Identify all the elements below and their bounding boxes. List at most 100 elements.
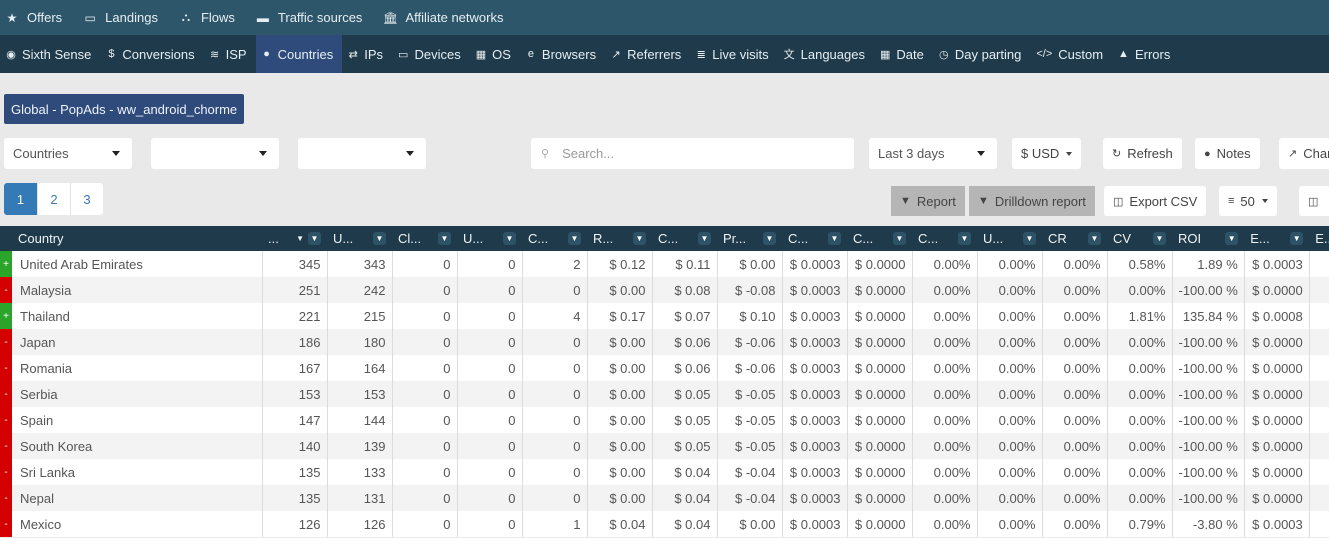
filter-icon[interactable]: ▼: [828, 232, 841, 245]
table-row[interactable]: - Japan 186 180 0 0 0 $ 0.00 $ 0.06 $ -0.06 $ 0.00…: [0, 329, 1329, 355]
collapse-minus-icon[interactable]: -: [0, 511, 12, 537]
tab-countries[interactable]: ● Countries: [255, 35, 343, 73]
expand-plus-icon[interactable]: +: [0, 251, 12, 277]
group-by-select-2[interactable]: [151, 138, 279, 169]
search-input[interactable]: [562, 146, 823, 161]
filter-icon[interactable]: ▼: [763, 232, 776, 245]
filter-icon[interactable]: ▼: [308, 232, 321, 245]
filter-icon[interactable]: ▼: [958, 232, 971, 245]
tab-os[interactable]: ▦ OS: [470, 35, 520, 73]
filter-icon[interactable]: ▼: [373, 232, 386, 245]
export-csv-button[interactable]: ◫ Export CSV: [1104, 186, 1207, 216]
table-cell: $ 0.00: [586, 459, 652, 485]
column-header[interactable]: R... ▼: [587, 226, 652, 251]
table-row[interactable]: - Spain 147 144 0 0 0 $ 0.00 $ 0.05 $ -0.05 $ 0.00…: [0, 407, 1329, 433]
filter-icon[interactable]: ▼: [1153, 232, 1166, 245]
report-button[interactable]: ▼ Report: [891, 186, 965, 216]
group-by-select-3[interactable]: [298, 138, 426, 169]
filter-icon[interactable]: ▼: [1225, 232, 1239, 245]
drilldown-report-button[interactable]: ▼ Drilldown report: [969, 186, 1095, 216]
collapse-minus-icon[interactable]: -: [0, 433, 12, 459]
collapse-minus-icon[interactable]: -: [0, 381, 12, 407]
table-cell: 0: [456, 433, 522, 459]
caret-down-icon: [1066, 151, 1073, 156]
collapse-minus-icon[interactable]: -: [0, 485, 12, 511]
sort-desc-icon[interactable]: ▼: [296, 234, 304, 243]
column-header[interactable]: E... ▼: [1244, 226, 1310, 251]
filter-icon[interactable]: ▼: [568, 232, 581, 245]
column-header[interactable]: U... ▼: [977, 226, 1042, 251]
table-row[interactable]: + Thailand 221 215 0 0 4 $ 0.17 $ 0.07 $ 0.10 $ 0.…: [0, 303, 1329, 329]
notes-button[interactable]: ● Notes: [1195, 138, 1260, 169]
column-header[interactable]: U... ▼: [457, 226, 522, 251]
filter-icon[interactable]: ▼: [1088, 232, 1101, 245]
filter-icon[interactable]: ▼: [633, 232, 646, 245]
tab-languages[interactable]: 文 Languages: [778, 35, 874, 73]
table-row[interactable]: - Nepal 135 131 0 0 0 $ 0.00 $ 0.04 $ -0.04 $ 0.00…: [0, 485, 1329, 511]
campaign-badge[interactable]: Global - PopAds - ww_android_chorme: [4, 94, 245, 124]
table-row[interactable]: - Romania 167 164 0 0 0 $ 0.00 $ 0.06 $ -0.06 $ 0.…: [0, 355, 1329, 381]
page-size-dropdown[interactable]: ≡ 50: [1219, 186, 1277, 216]
table-row[interactable]: - Serbia 153 153 0 0 0 $ 0.00 $ 0.05 $ -0.05 $ 0.0…: [0, 381, 1329, 407]
group-by-select-1[interactable]: Countries: [4, 138, 132, 169]
column-header[interactable]: Country: [12, 226, 262, 251]
topnav-item-traffic-sources[interactable]: ▬ Traffic sources: [255, 0, 363, 35]
column-header[interactable]: CV ▼: [1107, 226, 1172, 251]
collapse-minus-icon[interactable]: -: [0, 407, 12, 433]
column-header[interactable]: Pr... ▼: [717, 226, 782, 251]
column-header[interactable]: C... ▼: [782, 226, 847, 251]
tab-devices[interactable]: ▭ Devices: [392, 35, 470, 73]
topnav-item-landings[interactable]: ▭ Landings: [82, 0, 158, 35]
column-header[interactable]: ROI ▼: [1172, 226, 1245, 251]
page-2-button[interactable]: 2: [37, 183, 70, 215]
currency-dropdown[interactable]: $ USD: [1012, 138, 1082, 169]
filter-icon[interactable]: ▼: [1290, 232, 1304, 245]
tab-sixth-sense[interactable]: ◉ Sixth Sense: [0, 35, 100, 73]
column-header[interactable]: ... ▼ ▼: [262, 226, 327, 251]
filter-icon[interactable]: ▼: [893, 232, 906, 245]
filter-icon[interactable]: ▼: [698, 232, 711, 245]
column-header[interactable]: Cl... ▼: [392, 226, 457, 251]
date-range-select[interactable]: Last 3 days: [869, 138, 997, 169]
collapse-minus-icon[interactable]: -: [0, 355, 12, 381]
column-header[interactable]: E...: [1309, 226, 1329, 251]
column-header[interactable]: CR ▼: [1042, 226, 1107, 251]
table-row[interactable]: - Malaysia 251 242 0 0 0 $ 0.00 $ 0.08 $ -0.08 $ 0…: [0, 277, 1329, 303]
collapse-minus-icon[interactable]: -: [0, 459, 12, 485]
table-row[interactable]: - Mexico 126 126 0 0 1 $ 0.04 $ 0.04 $ 0.00 $ 0.00…: [0, 511, 1329, 537]
tab-conversions[interactable]: $ Conversions: [100, 35, 203, 73]
topnav-item-affiliate-networks[interactable]: 🏛 Affiliate networks: [382, 0, 504, 35]
filter-icon[interactable]: ▼: [438, 232, 451, 245]
table-row[interactable]: + United Arab Emirates 345 343 0 0 2 $ 0.12 $ 0.…: [0, 251, 1329, 277]
refresh-button[interactable]: ↻ Refresh: [1103, 138, 1182, 169]
table-cell: 0: [391, 511, 457, 537]
column-header[interactable]: C... ▼: [912, 226, 977, 251]
table-row[interactable]: - South Korea 140 139 0 0 0 $ 0.00 $ 0.05 $ -0.05…: [0, 433, 1329, 459]
filter-icon[interactable]: ▼: [503, 232, 516, 245]
topnav-item-offers[interactable]: ★ Offers: [4, 0, 63, 35]
tab-date[interactable]: ▦ Date: [874, 35, 933, 73]
column-header[interactable]: C... ▼: [652, 226, 717, 251]
expand-plus-icon[interactable]: +: [0, 303, 12, 329]
columns-button[interactable]: ◫: [1299, 186, 1329, 216]
tab-custom[interactable]: </> Custom: [1030, 35, 1112, 73]
collapse-minus-icon[interactable]: -: [0, 329, 12, 355]
tab-errors[interactable]: ▲ Errors: [1112, 35, 1179, 73]
table-row[interactable]: - Sri Lanka 135 133 0 0 0 $ 0.00 $ 0.04 $ -0.04 $ …: [0, 459, 1329, 485]
tab-referrers[interactable]: ↗ Referrers: [605, 35, 690, 73]
tab-live-visits[interactable]: ≣ Live visits: [690, 35, 777, 73]
topnav-item-flows[interactable]: ⛬ Flows: [178, 0, 235, 35]
column-header[interactable]: U... ▼: [327, 226, 392, 251]
filter-icon[interactable]: ▼: [1023, 232, 1036, 245]
charts-button[interactable]: ↗ Charts: [1279, 138, 1329, 169]
tab-isp[interactable]: ≋ ISP: [204, 35, 256, 73]
page-1-button[interactable]: 1: [4, 183, 37, 215]
tab-day-parting[interactable]: ◷ Day parting: [933, 35, 1030, 73]
collapse-minus-icon[interactable]: -: [0, 277, 12, 303]
roi-cell: 135.84 %: [1171, 303, 1245, 329]
tab-ips[interactable]: ⇄ IPs: [342, 35, 392, 73]
column-header[interactable]: C... ▼: [522, 226, 587, 251]
page-3-button[interactable]: 3: [70, 183, 103, 215]
tab-browsers[interactable]: e Browsers: [520, 35, 605, 73]
column-header[interactable]: C... ▼: [847, 226, 912, 251]
